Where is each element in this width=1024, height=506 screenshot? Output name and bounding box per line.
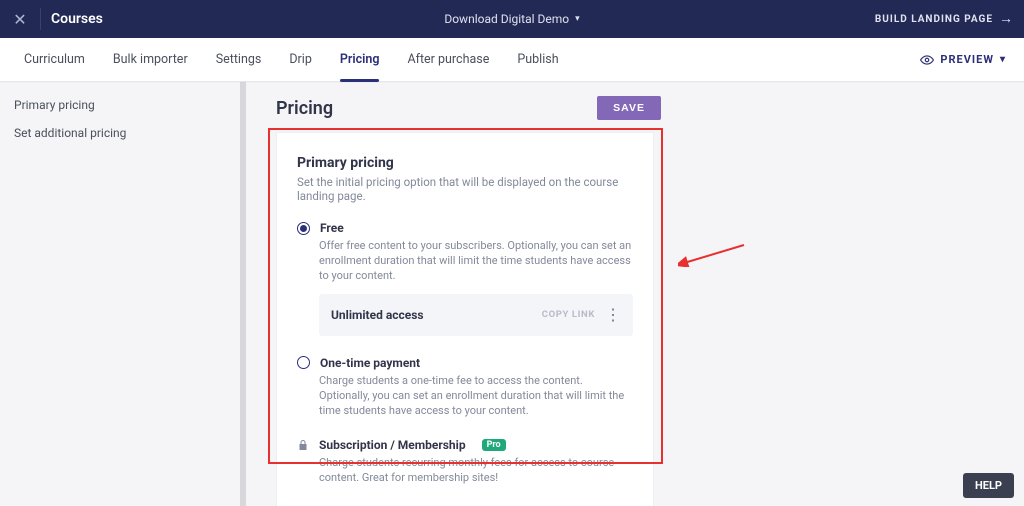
access-label: Unlimited access: [331, 308, 424, 322]
arrow-right-icon: →: [999, 10, 1014, 27]
access-card: Unlimited access COPY LINK ⋮: [319, 294, 633, 336]
primary-pricing-card: Primary pricing Set the initial pricing …: [276, 132, 654, 506]
option-free[interactable]: Free Offer free content to your subscrib…: [297, 221, 633, 336]
caret-down-icon: ▾: [575, 14, 580, 24]
eye-icon: [920, 53, 934, 67]
chevron-down-icon: ▾: [1000, 54, 1006, 65]
product-dropdown[interactable]: Download Digital Demo ▾: [444, 12, 579, 26]
tab-curriculum[interactable]: Curriculum: [24, 38, 85, 81]
option-desc: Offer free content to your subscribers. …: [319, 239, 633, 284]
sidebar-item-primary-pricing[interactable]: Primary pricing: [14, 98, 230, 112]
pro-badge: Pro: [482, 439, 506, 451]
option-label: Free: [320, 221, 344, 235]
radio-icon[interactable]: [297, 356, 310, 369]
tab-settings[interactable]: Settings: [216, 38, 262, 81]
option-subscription: Subscription / Membership Pro Charge stu…: [297, 438, 633, 486]
option-label: Subscription / Membership: [319, 438, 466, 452]
option-label: One-time payment: [320, 356, 420, 370]
option-desc: Charge students a one-time fee to access…: [319, 374, 633, 419]
kebab-menu-icon[interactable]: ⋮: [605, 308, 621, 322]
save-button[interactable]: SAVE: [597, 96, 661, 120]
tab-publish[interactable]: Publish: [517, 38, 558, 81]
tabs-bar: Curriculum Bulk importer Settings Drip P…: [0, 38, 1024, 82]
lock-icon: [297, 439, 309, 451]
option-one-time[interactable]: One-time payment Charge students a one-t…: [297, 356, 633, 419]
divider: [40, 8, 41, 30]
card-subtitle: Set the initial pricing option that will…: [297, 175, 633, 203]
section-title: Courses: [51, 11, 103, 27]
build-label: BUILD LANDING PAGE: [875, 14, 993, 25]
help-button[interactable]: HELP: [963, 473, 1014, 498]
build-landing-page-button[interactable]: BUILD LANDING PAGE →: [875, 11, 1014, 28]
card-heading: Primary pricing: [297, 155, 633, 171]
copy-link-button[interactable]: COPY LINK: [542, 309, 595, 320]
option-desc: Charge students recurring monthly fees f…: [319, 456, 633, 486]
main-content: Pricing SAVE Primary pricing Set the ini…: [246, 82, 1024, 506]
tab-after-purchase[interactable]: After purchase: [407, 38, 489, 81]
close-icon[interactable]: ✕: [0, 10, 40, 29]
page-title: Pricing: [276, 98, 333, 119]
preview-button[interactable]: PREVIEW ▾: [920, 53, 1006, 67]
tab-bulk-importer[interactable]: Bulk importer: [113, 38, 188, 81]
tab-pricing[interactable]: Pricing: [340, 38, 380, 81]
preview-label: PREVIEW: [940, 53, 994, 66]
product-name: Download Digital Demo: [444, 12, 569, 26]
tab-drip[interactable]: Drip: [289, 38, 312, 81]
sidebar: Primary pricing Set additional pricing: [0, 82, 246, 506]
app-topbar: ✕ Courses Download Digital Demo ▾ BUILD …: [0, 0, 1024, 38]
sidebar-item-additional-pricing[interactable]: Set additional pricing: [14, 126, 230, 140]
radio-selected-icon[interactable]: [297, 222, 310, 235]
